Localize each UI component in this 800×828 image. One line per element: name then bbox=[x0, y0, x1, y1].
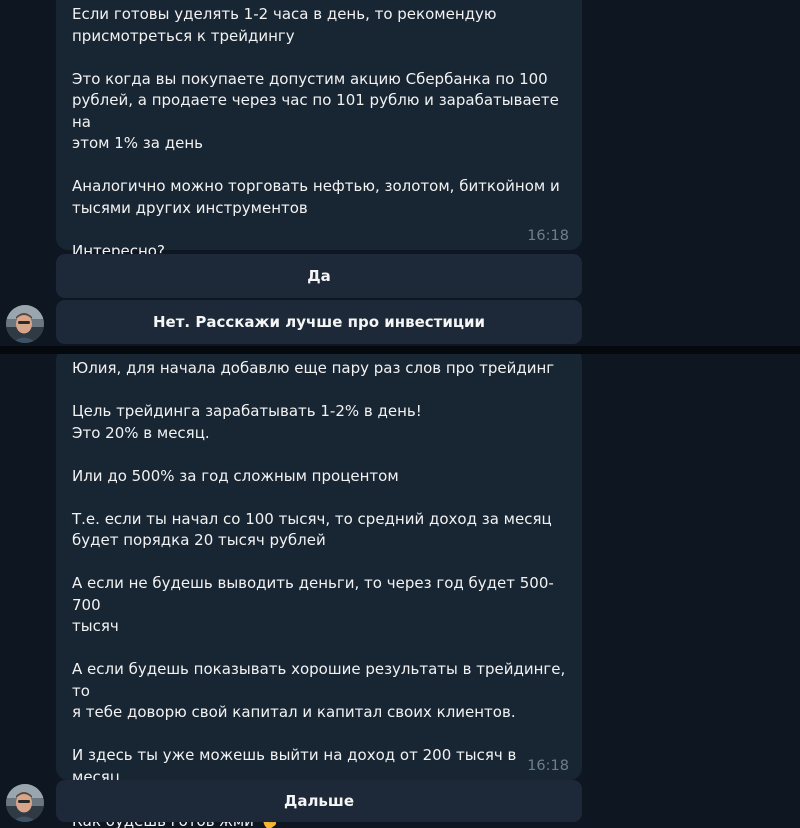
reply-no-investments-button[interactable]: Нет. Расскажи лучше про инвестиции bbox=[56, 300, 582, 344]
message-paragraph: Если готовы уделять 1-2 часа в день, то … bbox=[72, 5, 497, 45]
avatar[interactable] bbox=[6, 784, 44, 822]
chat-screen-top: Если готовы уделять 1-2 часа в день, то … bbox=[0, 0, 800, 346]
message-time: 16:18 bbox=[527, 227, 569, 244]
reply-yes-button[interactable]: Да bbox=[56, 254, 582, 298]
avatar[interactable] bbox=[6, 305, 44, 343]
message-paragraph: Аналогично можно торговать нефтью, золот… bbox=[72, 177, 560, 217]
bot-message-bubble: Если готовы уделять 1-2 часа в день, то … bbox=[56, 0, 582, 260]
avatar-photo-icon bbox=[6, 305, 44, 343]
message-paragraph: Это когда вы покупаете допустим акцию Сб… bbox=[72, 69, 559, 153]
message-paragraph: Цель трейдинга зарабатывать 1-2% в день!… bbox=[72, 402, 422, 442]
screenshot-divider bbox=[0, 346, 800, 354]
bot-message-bubble: Юлия, для начала добавлю еще пару раз сл… bbox=[56, 354, 582, 828]
message-paragraph: Или до 500% за год сложным процентом bbox=[72, 466, 399, 485]
message-time: 16:18 bbox=[527, 757, 569, 774]
message-paragraph: А если будешь показывать хорошие результ… bbox=[72, 660, 566, 721]
message-paragraph: Т.е. если ты начал со 100 тысяч, то сред… bbox=[72, 509, 552, 550]
avatar-photo-icon bbox=[6, 784, 44, 822]
chat-screen-bottom: Юлия, для начала добавлю еще пару раз сл… bbox=[0, 354, 800, 828]
message-paragraph: Юлия, для начала добавлю еще пару раз сл… bbox=[72, 359, 555, 377]
message-paragraph: А если не будешь выводить деньги, то чер… bbox=[72, 574, 554, 635]
reply-next-button[interactable]: Дальше bbox=[56, 780, 582, 822]
